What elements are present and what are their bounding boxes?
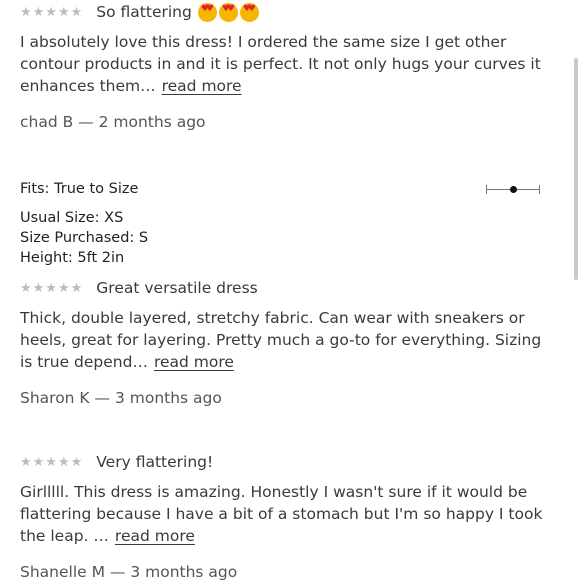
fit-scale-right-cap: [539, 185, 540, 194]
read-more-link[interactable]: read more: [115, 527, 195, 545]
review-body: I absolutely love this dress! I ordered …: [20, 31, 558, 97]
review-title: Very flattering!: [96, 453, 214, 471]
review-header: ★★★★★ So flattering: [20, 0, 558, 24]
emoji-group: [197, 2, 261, 22]
review-title: Great versatile dress: [96, 279, 258, 297]
review-header: ★★★★★ Very flattering!: [20, 450, 558, 474]
fit-label: Fits: True to Size: [20, 181, 139, 197]
review-item: ★★★★★ Very flattering! Girlllll. This dr…: [20, 450, 558, 581]
read-more-link[interactable]: read more: [162, 77, 242, 95]
review-body: Girlllll. This dress is amazing. Honestl…: [20, 481, 558, 547]
review-text: I absolutely love this dress! I ordered …: [20, 33, 541, 95]
review-body: Thick, double layered, stretchy fabric. …: [20, 307, 558, 373]
review-header: ★★★★★ Great versatile dress: [20, 276, 558, 300]
review-item: ★★★★★ Great versatile dress Thick, doubl…: [20, 276, 558, 407]
star-rating: ★★★★★: [20, 280, 84, 296]
review-author-date: Shanelle M — 3 months ago: [20, 563, 238, 581]
usual-size: Usual Size: XS: [20, 210, 124, 226]
fit-scale-marker: [510, 186, 517, 193]
review-text: Girlllll. This dress is amazing. Honestl…: [20, 483, 543, 545]
scrollbar[interactable]: [574, 58, 578, 280]
review-text: Thick, double layered, stretchy fabric. …: [20, 309, 542, 371]
fit-scale-left-cap: [486, 185, 487, 194]
fit-indicator: Fits: True to Size: [20, 178, 560, 197]
review-author-date: chad B — 2 months ago: [20, 113, 206, 131]
heart-eyes-emoji-icon: [218, 2, 238, 22]
heart-eyes-emoji-icon: [239, 2, 259, 22]
review-author-date: Sharon K — 3 months ago: [20, 389, 222, 407]
size-details: Usual Size: XS Size Purchased: S Height:…: [20, 208, 148, 268]
height: Height: 5ft 2in: [20, 250, 125, 266]
fit-scale: [486, 185, 540, 195]
heart-eyes-emoji-icon: [197, 2, 217, 22]
star-rating: ★★★★★: [20, 4, 84, 20]
size-purchased: Size Purchased: S: [20, 230, 149, 246]
star-rating: ★★★★★: [20, 454, 84, 470]
review-item: ★★★★★ So flattering I absolutely love th…: [20, 0, 558, 131]
read-more-link[interactable]: read more: [154, 353, 234, 371]
reviews-page: ★★★★★ So flattering I absolutely love th…: [0, 0, 570, 581]
review-title: So flattering: [96, 3, 192, 21]
